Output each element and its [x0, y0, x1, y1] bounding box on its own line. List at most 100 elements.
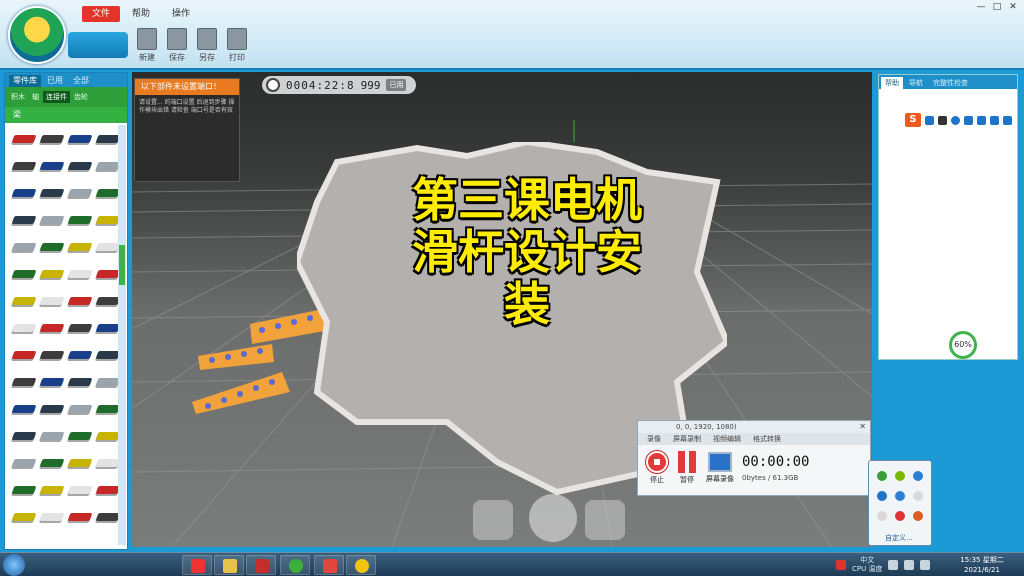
category-connectors[interactable]: 连接件: [43, 91, 70, 103]
tab-integrity[interactable]: 完整性检查: [929, 77, 972, 89]
library-part[interactable]: [39, 405, 65, 413]
library-part[interactable]: [39, 459, 65, 467]
category-bricks[interactable]: 积木: [8, 91, 28, 103]
ime-emoji-icon[interactable]: [951, 115, 960, 125]
library-part[interactable]: [67, 189, 93, 197]
ime-punct-icon[interactable]: [938, 115, 947, 125]
tab-help[interactable]: 帮助: [881, 77, 903, 89]
tray-app-icon[interactable]: [913, 511, 923, 521]
menu-operate[interactable]: 操作: [162, 6, 200, 22]
flag-icon[interactable]: [920, 560, 931, 570]
library-part[interactable]: [39, 162, 65, 170]
library-part[interactable]: [39, 243, 65, 251]
tab-video-edit[interactable]: 视频编辑: [708, 433, 746, 445]
tab-navigation[interactable]: 导航: [905, 77, 927, 89]
library-part[interactable]: [67, 378, 93, 386]
library-part[interactable]: [67, 270, 93, 278]
save-button[interactable]: 保存: [164, 24, 190, 66]
tab-all[interactable]: 全部: [69, 75, 93, 87]
category-axles[interactable]: 轴: [29, 91, 42, 103]
pan-pad[interactable]: [473, 500, 513, 540]
tab-parts[interactable]: 零件库: [9, 75, 41, 87]
library-part[interactable]: [39, 324, 65, 332]
library-part[interactable]: [95, 162, 119, 170]
tray-app-icon[interactable]: [877, 491, 887, 501]
library-part[interactable]: [11, 459, 37, 467]
library-part[interactable]: [11, 405, 37, 413]
menu-help[interactable]: 帮助: [122, 6, 160, 22]
library-part[interactable]: [39, 513, 65, 521]
library-part[interactable]: [95, 270, 119, 278]
library-part[interactable]: [67, 297, 93, 305]
library-part[interactable]: [95, 351, 119, 359]
library-part[interactable]: [95, 486, 119, 494]
start-button[interactable]: [3, 554, 25, 576]
tab-format-convert[interactable]: 格式转换: [748, 433, 786, 445]
library-part[interactable]: [11, 243, 37, 251]
library-part[interactable]: [11, 324, 37, 332]
library-part[interactable]: [11, 378, 37, 386]
tray-app-icon[interactable]: [913, 471, 923, 481]
close-button[interactable]: ✕: [1006, 2, 1020, 12]
rotate-control[interactable]: [529, 494, 577, 542]
library-part[interactable]: [95, 459, 119, 467]
library-part[interactable]: [67, 243, 93, 251]
tray-app-icon[interactable]: [877, 511, 887, 521]
library-part[interactable]: [67, 486, 93, 494]
library-part[interactable]: [95, 216, 119, 224]
ime-menu-icon[interactable]: [1003, 115, 1012, 125]
library-part[interactable]: [39, 189, 65, 197]
ime-mic-icon[interactable]: [964, 115, 973, 125]
tray-app-icon[interactable]: [895, 471, 905, 481]
library-part[interactable]: [39, 378, 65, 386]
library-part[interactable]: [11, 162, 37, 170]
library-part[interactable]: [39, 297, 65, 305]
library-part[interactable]: [67, 135, 93, 143]
library-part[interactable]: [39, 351, 65, 359]
tray-app-icon[interactable]: [895, 511, 905, 521]
library-part[interactable]: [67, 405, 93, 413]
customize-link[interactable]: 自定义...: [885, 533, 913, 543]
menu-file[interactable]: 文件: [82, 6, 121, 22]
scrollbar-thumb[interactable]: [119, 245, 125, 285]
taskbar-app-2[interactable]: [214, 555, 244, 575]
library-part[interactable]: [11, 513, 37, 521]
taskbar-app-6[interactable]: [346, 555, 376, 575]
library-part[interactable]: [67, 432, 93, 440]
library-part[interactable]: [67, 324, 93, 332]
library-part[interactable]: [95, 405, 119, 413]
library-part[interactable]: [11, 351, 37, 359]
library-part[interactable]: [95, 324, 119, 332]
library-scrollbar[interactable]: [118, 125, 126, 545]
library-part[interactable]: [11, 216, 37, 224]
taskbar-app-3[interactable]: [246, 555, 276, 575]
ime-skin-icon[interactable]: [990, 115, 999, 125]
sogou-ime-icon[interactable]: S: [905, 113, 921, 127]
system-clock[interactable]: 15:35 星期二 2021/6/21: [944, 555, 1020, 575]
library-part[interactable]: [39, 270, 65, 278]
tray-record-icon[interactable]: [836, 560, 846, 570]
save-as-button[interactable]: 另存: [194, 24, 220, 66]
library-part[interactable]: [11, 486, 37, 494]
library-part[interactable]: [39, 216, 65, 224]
screen-record-button[interactable]: 屏幕录像: [706, 452, 734, 484]
minimize-button[interactable]: —: [974, 2, 988, 12]
tray-app-icon[interactable]: [895, 491, 905, 501]
library-part[interactable]: [95, 378, 119, 386]
library-part[interactable]: [95, 432, 119, 440]
library-part[interactable]: [67, 162, 93, 170]
library-part[interactable]: [67, 459, 93, 467]
zoom-pad[interactable]: [585, 500, 625, 540]
library-part[interactable]: [39, 432, 65, 440]
taskbar-app-5[interactable]: [314, 555, 344, 575]
stop-record-button[interactable]: 停止: [646, 451, 668, 485]
tab-used[interactable]: 已用: [43, 75, 67, 87]
used-button[interactable]: 已用: [386, 79, 407, 91]
library-part[interactable]: [67, 513, 93, 521]
taskbar-app-1[interactable]: [182, 555, 212, 575]
library-part[interactable]: [11, 189, 37, 197]
print-button[interactable]: 打印: [224, 24, 250, 66]
library-part[interactable]: [11, 135, 37, 143]
library-part[interactable]: [67, 216, 93, 224]
category-gears[interactable]: 齿轮: [71, 91, 91, 103]
